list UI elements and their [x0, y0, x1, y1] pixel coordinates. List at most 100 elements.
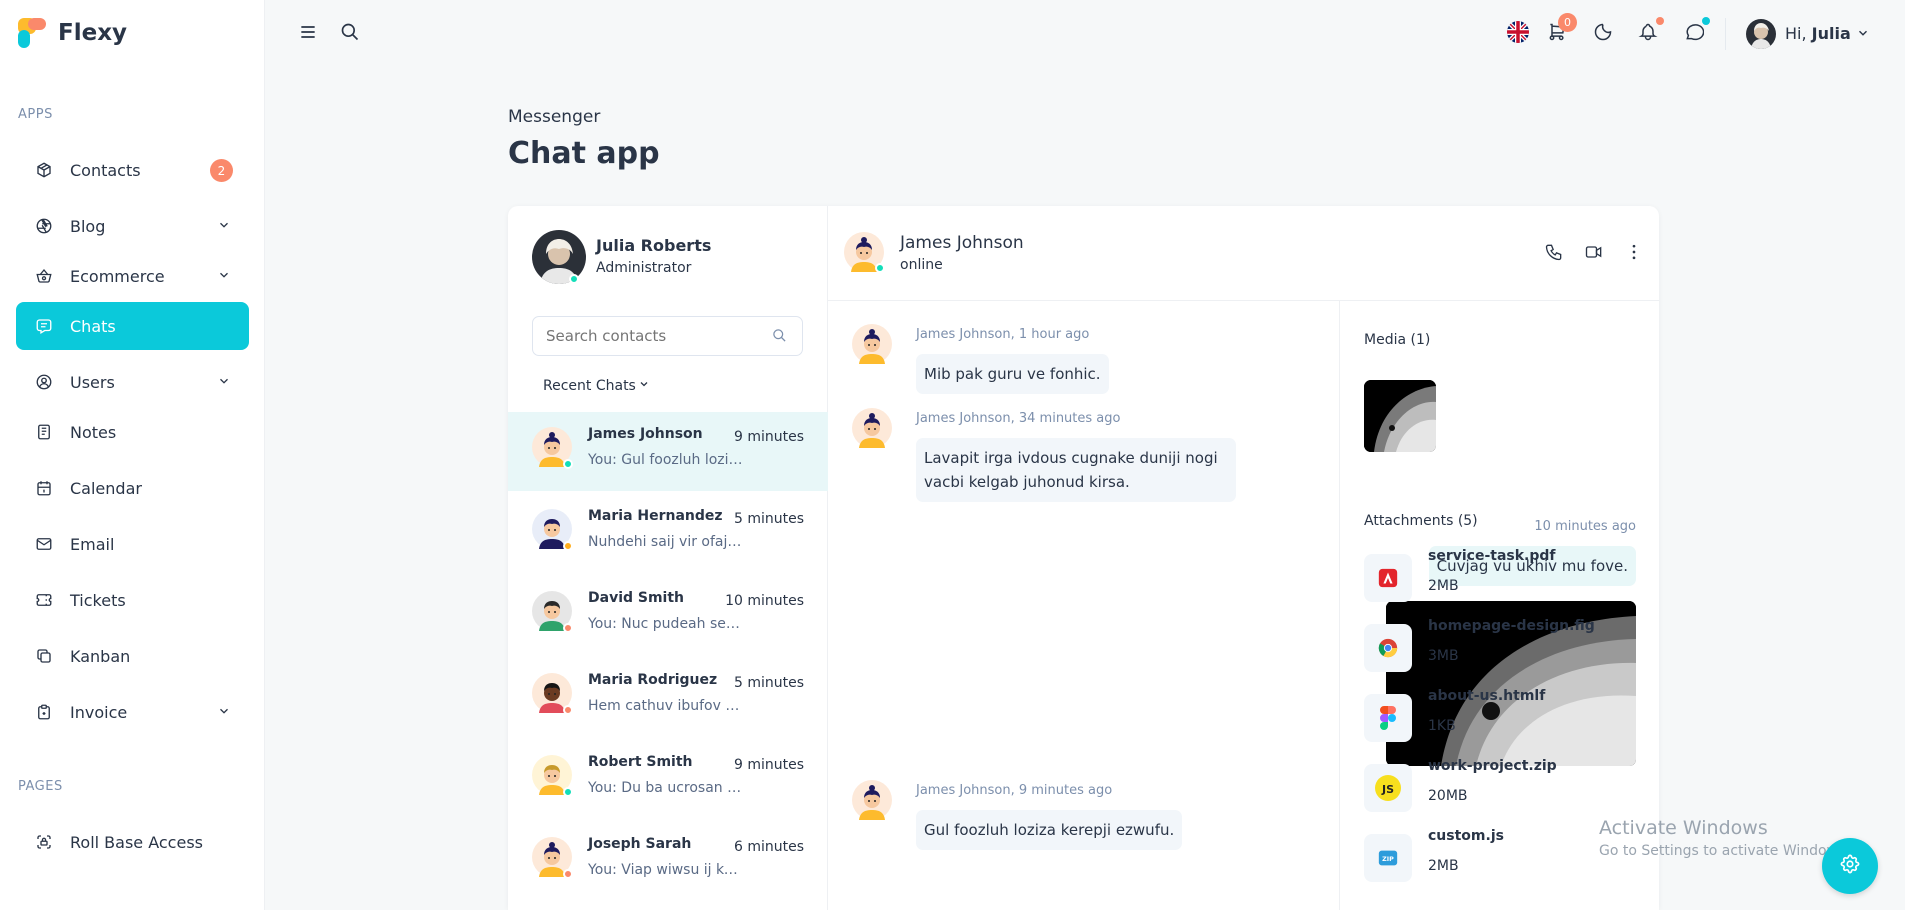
flexy-logo-icon	[18, 18, 46, 48]
video-call-button[interactable]	[1582, 242, 1606, 266]
chevron-down-icon	[638, 378, 650, 394]
package-icon	[34, 160, 54, 180]
attachment-item[interactable]: JS work-project.zip 20MB	[1364, 758, 1624, 814]
contact-item[interactable]: Maria Rodriguez 5 minutes Hem cathuv ibufo…	[508, 658, 828, 737]
chrome-icon	[1364, 624, 1412, 672]
attachment-name: service-task.pdf	[1428, 548, 1556, 564]
message-dot	[1702, 17, 1710, 25]
contact-status-dot	[563, 623, 573, 633]
sidebar-item-invoice[interactable]: Invoice	[16, 688, 249, 736]
dots-vertical-icon	[1624, 242, 1644, 266]
section-label-pages: PAGES	[18, 779, 63, 794]
contact-item[interactable]: David Smith 10 minutes You: Nuc pudeah se …	[508, 576, 828, 655]
contact-item[interactable]: James Johnson 9 minutes You: Gul foozluh l…	[508, 412, 828, 491]
sidebar-item-chats[interactable]: Chats	[16, 302, 249, 350]
contact-time: 10 minutes	[725, 593, 804, 609]
media-label: Media (1)	[1364, 332, 1431, 348]
settings-icon	[1839, 853, 1861, 879]
message-dots-icon	[1684, 22, 1705, 46]
sidebar-item-contacts[interactable]: Contacts 2	[16, 146, 249, 194]
section-label-apps: APPS	[18, 107, 53, 122]
message-meta: James Johnson, 9 minutes ago	[916, 783, 1113, 798]
figma-icon	[1364, 694, 1412, 742]
notifications-button[interactable]	[1636, 22, 1660, 46]
lock-access-icon	[34, 832, 54, 852]
contact-item[interactable]: Robert Smith 9 minutes You: Du ba ucrosan …	[508, 740, 828, 819]
user-avatar[interactable]	[1746, 19, 1776, 49]
recent-chats-dropdown[interactable]: Recent Chats	[543, 378, 650, 394]
sidebar-item-notes[interactable]: Notes	[16, 408, 249, 456]
sidebar-item-label: Kanban	[70, 646, 131, 666]
sidebar-item-label: Chats	[70, 316, 116, 336]
sidebar-item-label: Users	[70, 372, 115, 392]
mail-icon	[34, 534, 54, 554]
attachment-item[interactable]: service-task.pdf 2MB	[1364, 548, 1624, 604]
contacts-count-badge: 2	[210, 159, 233, 182]
sidebar-item-calendar[interactable]: Calendar	[16, 464, 249, 512]
contact-time: 5 minutes	[733, 511, 804, 527]
language-selector[interactable]	[1506, 21, 1530, 46]
ticket-icon	[34, 590, 54, 610]
contact-time: 9 minutes	[733, 757, 804, 773]
sidebar: Flexy APPS Contacts 2 Blog Ecommerce Cha…	[0, 0, 265, 910]
hamburger-icon	[298, 22, 318, 46]
contact-item[interactable]: Maria Hernandez 5 minutes Nuhdehi saij vir…	[508, 494, 828, 573]
sidebar-item-tickets[interactable]: Tickets	[16, 576, 249, 624]
sidebar-item-kanban[interactable]: Kanban	[16, 632, 249, 680]
call-button[interactable]	[1542, 242, 1566, 266]
contact-item[interactable]: Joseph Sarah 6 minutes You: Viap wiwsu ij …	[508, 822, 828, 901]
search-button[interactable]	[338, 22, 362, 46]
sidebar-item-blog[interactable]: Blog	[16, 202, 249, 250]
message-bubble: Mib pak guru ve fonhic.	[916, 354, 1109, 394]
user-greeting[interactable]: Hi, Julia	[1785, 24, 1870, 44]
message-text-line: vacbi kelgab juhonud kirsa.	[924, 473, 1130, 491]
brand-logo[interactable]: Flexy	[18, 18, 127, 48]
profile-status-dot	[569, 274, 579, 284]
profile-role: Administrator	[596, 260, 692, 276]
menu-toggle-button[interactable]	[296, 22, 320, 46]
message-avatar	[852, 780, 892, 820]
sidebar-item-ecommerce[interactable]: Ecommerce	[16, 252, 249, 300]
sidebar-item-roll-base-access[interactable]: Roll Base Access	[16, 818, 249, 866]
attachment-item[interactable]: ZIP custom.js 2MB	[1364, 828, 1624, 884]
contact-status-dot	[563, 705, 573, 715]
contact-name: Maria Hernandez	[588, 508, 723, 524]
chevron-down-icon	[1856, 25, 1870, 44]
attachment-item[interactable]: about-us.htmlf 1KB	[1364, 688, 1624, 744]
user-circle-icon	[34, 372, 54, 392]
more-options-button[interactable]	[1622, 242, 1646, 266]
moon-icon	[1593, 22, 1613, 46]
sidebar-item-label: Roll Base Access	[70, 832, 203, 852]
chevron-down-icon	[217, 373, 231, 392]
messages-button[interactable]	[1682, 22, 1706, 46]
settings-fab-button[interactable]	[1822, 838, 1878, 894]
contacts-panel: Julia Roberts Administrator Recent Chats…	[508, 206, 828, 910]
attachment-size: 1KB	[1428, 718, 1456, 734]
greeting-text: Hi,	[1785, 24, 1807, 43]
calendar-icon	[34, 478, 54, 498]
sidebar-item-users[interactable]: Users	[16, 358, 249, 406]
attachment-name: custom.js	[1428, 828, 1504, 844]
contact-status-dot	[563, 869, 573, 879]
chevron-down-icon	[217, 267, 231, 286]
sidebar-item-email[interactable]: Email	[16, 520, 249, 568]
theme-toggle-button[interactable]	[1591, 22, 1615, 46]
attachment-size: 20MB	[1428, 788, 1468, 804]
contact-name: Maria Rodriguez	[588, 672, 718, 688]
message-meta: James Johnson, 1 hour ago	[916, 327, 1090, 342]
attachment-size: 3MB	[1428, 648, 1459, 664]
media-thumbnail[interactable]	[1364, 380, 1436, 452]
chevron-down-icon	[217, 703, 231, 722]
search-icon	[340, 22, 360, 46]
zip-icon: ZIP	[1364, 834, 1412, 882]
svg-text:ZIP: ZIP	[1382, 855, 1394, 863]
search-contacts-input[interactable]	[532, 316, 803, 356]
message-avatar	[852, 408, 892, 448]
sidebar-item-label: Notes	[70, 422, 117, 442]
contact-status-dot	[563, 459, 573, 469]
js-icon: JS	[1364, 764, 1412, 812]
attachment-size: 2MB	[1428, 578, 1459, 594]
watermark-line: Activate Windows	[1599, 817, 1768, 839]
breadcrumb: Messenger	[508, 107, 601, 127]
attachment-item[interactable]: homepage-design.fig 3MB	[1364, 618, 1624, 674]
